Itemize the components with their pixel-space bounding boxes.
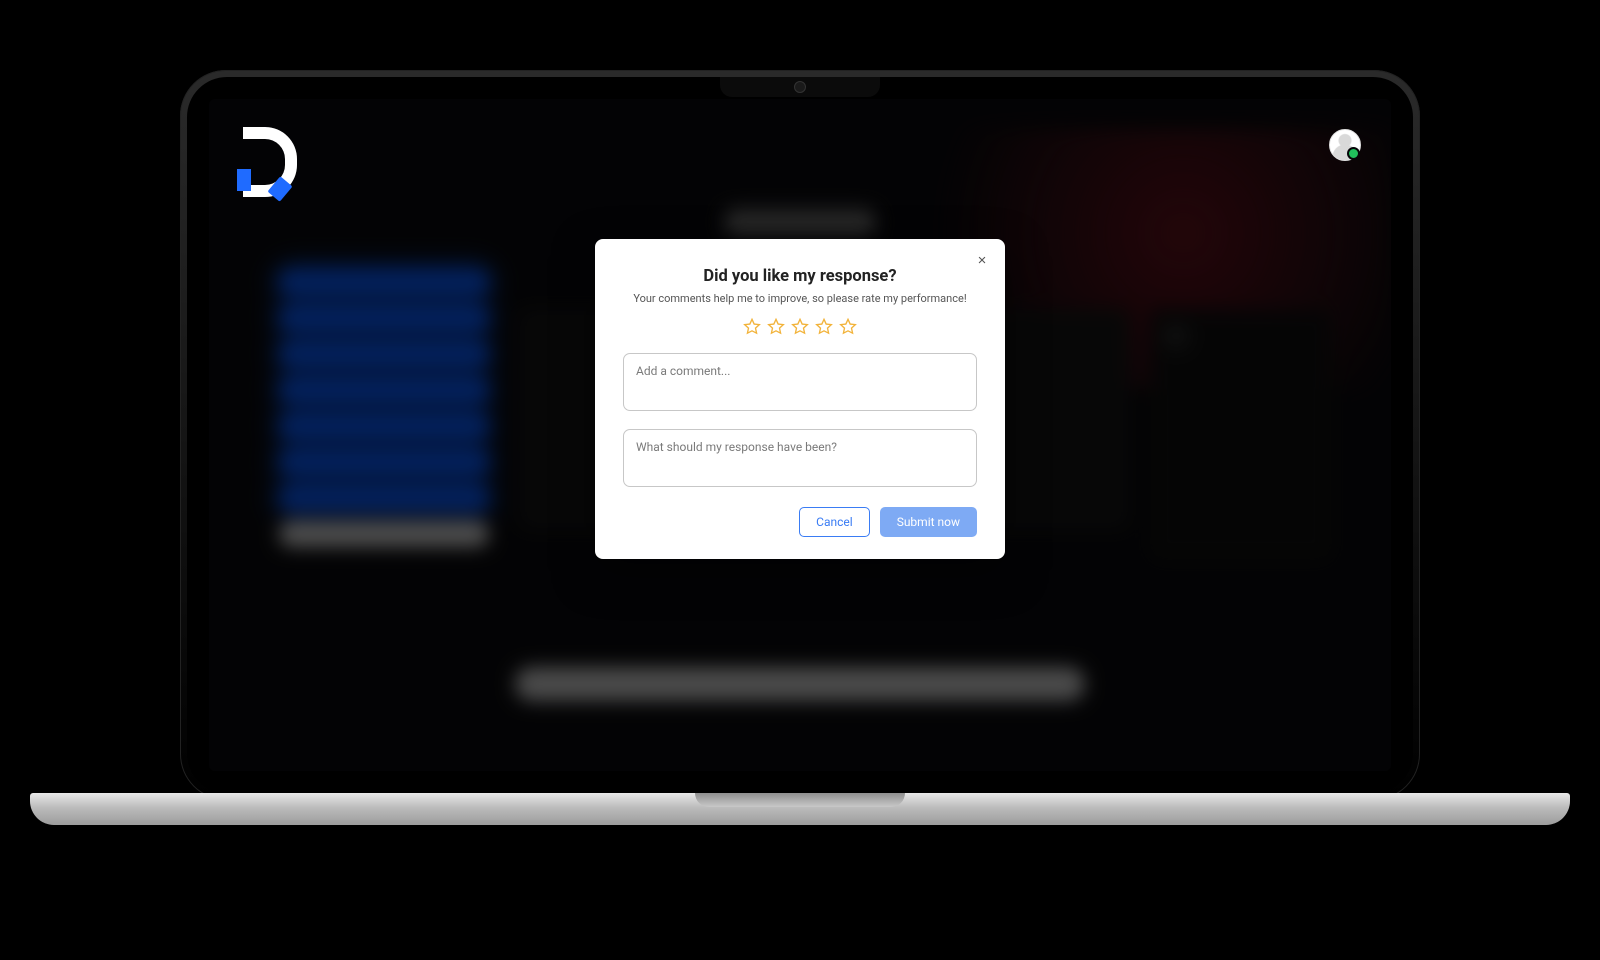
star-icon[interactable] <box>790 317 810 337</box>
app-logo <box>237 127 297 197</box>
comment-input[interactable] <box>623 353 977 411</box>
suggested-response-input[interactable] <box>623 429 977 487</box>
star-icon[interactable] <box>838 317 858 337</box>
feedback-modal: × Did you like my response? Your comment… <box>595 239 1005 559</box>
laptop-shadow <box>70 825 1530 845</box>
user-avatar[interactable] <box>1329 129 1359 159</box>
close-icon: × <box>978 252 987 269</box>
app-screen: × Did you like my response? Your comment… <box>209 99 1391 771</box>
star-rating[interactable] <box>623 317 977 337</box>
presence-indicator <box>1347 147 1360 160</box>
modal-title: Did you like my response? <box>623 267 977 286</box>
stage: × Did you like my response? Your comment… <box>0 0 1600 960</box>
close-button[interactable]: × <box>971 249 993 271</box>
star-icon[interactable] <box>766 317 786 337</box>
camera-notch <box>720 77 880 97</box>
star-icon[interactable] <box>742 317 762 337</box>
modal-actions: Cancel Submit now <box>623 507 977 537</box>
laptop-base <box>30 793 1570 825</box>
submit-button[interactable]: Submit now <box>880 507 977 537</box>
camera-icon <box>794 81 806 93</box>
cancel-button[interactable]: Cancel <box>799 507 870 537</box>
star-icon[interactable] <box>814 317 834 337</box>
laptop-frame: × Did you like my response? Your comment… <box>180 70 1420 800</box>
modal-subtitle: Your comments help me to improve, so ple… <box>623 292 977 305</box>
